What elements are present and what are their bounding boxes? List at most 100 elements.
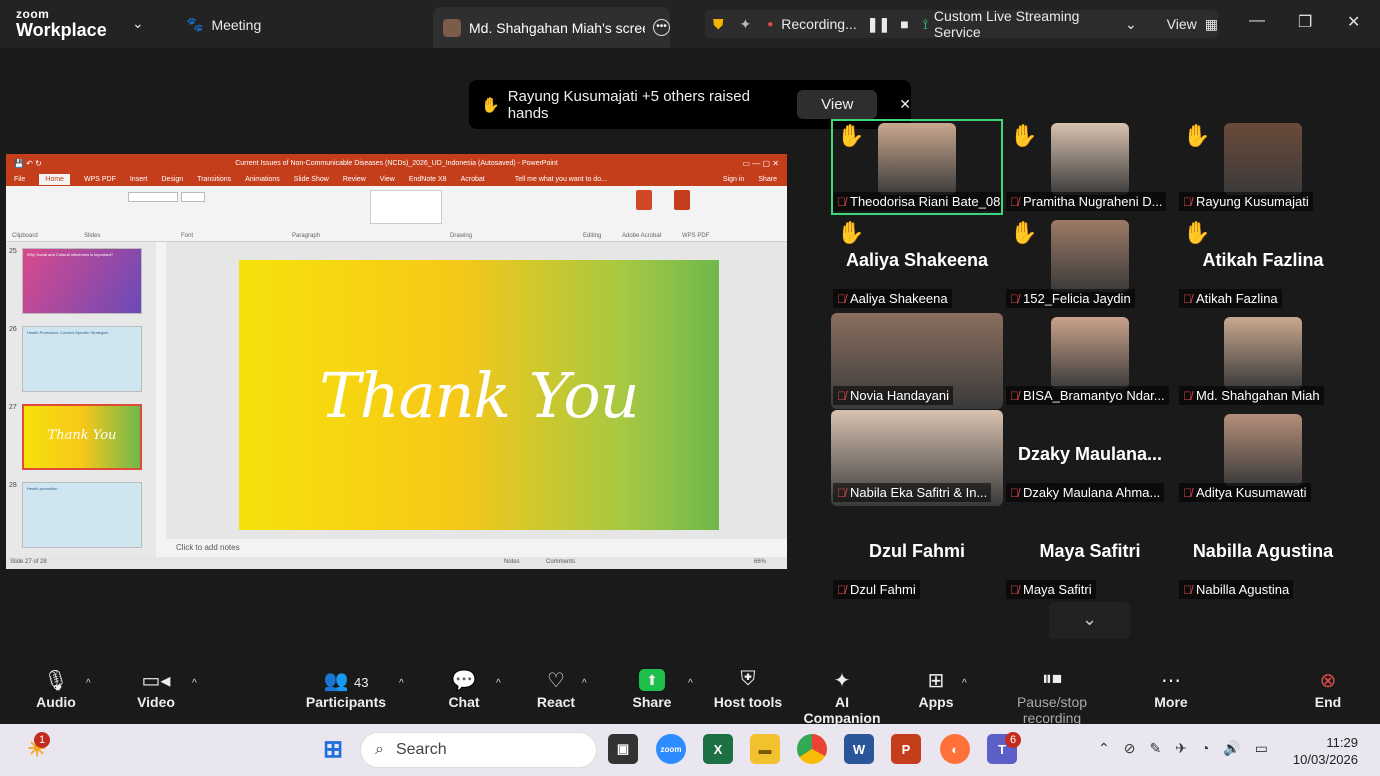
shield-icon[interactable]: ⛊ xyxy=(713,16,724,33)
zoom-level[interactable]: 66% xyxy=(754,559,766,565)
ppt-tab-acrobat[interactable]: Acrobat xyxy=(461,176,485,183)
participant-tile[interactable]: Dzaky Maulana... 🎙̸ Dzaky Maulana Ahma... xyxy=(1004,410,1176,506)
video-button[interactable]: ▭◂ Video xyxy=(134,668,178,710)
chevron-down-icon[interactable]: ⌄ xyxy=(132,15,144,32)
more-icon[interactable]: ••• xyxy=(653,19,670,36)
react-button[interactable]: ♡ React xyxy=(536,668,576,710)
pause-icon[interactable]: ❚❚ xyxy=(867,16,890,33)
shared-screen[interactable]: Current Issues of Non-Communicable Disea… xyxy=(6,154,787,569)
ppt-window-controls[interactable]: ▭ — ▢ ✕ xyxy=(743,159,780,168)
participant-tile[interactable]: Dzul Fahmi 🎙̸ Dzul Fahmi xyxy=(831,507,1003,603)
minimize-icon[interactable]: — xyxy=(1249,12,1265,30)
font-size-box[interactable] xyxy=(181,192,205,202)
participant-tile[interactable]: Nabilla Agustina 🎙̸ Nabilla Agustina xyxy=(1177,507,1349,603)
stop-icon[interactable]: ■ xyxy=(900,16,908,32)
chat-button[interactable]: 💬 Chat xyxy=(446,668,482,710)
wps-pdf-icon[interactable] xyxy=(674,190,690,210)
video-options-caret[interactable]: ^ xyxy=(192,678,197,689)
participants-button[interactable]: 👥 43 Participants xyxy=(305,668,387,710)
ppt-tab-home[interactable]: Home xyxy=(39,173,70,185)
ppt-tab-view[interactable]: View xyxy=(380,176,395,183)
zoom-app-icon[interactable]: zoom xyxy=(656,734,686,764)
host-tools-button[interactable]: ⛨ Host tools xyxy=(712,668,784,710)
recording-control-button[interactable]: ⏸⏹ Pause/stop recording xyxy=(986,668,1118,726)
ppt-sign-in[interactable]: Sign in xyxy=(723,176,744,183)
chevron-down-icon[interactable]: ⌄ xyxy=(1049,602,1130,639)
share-options-caret[interactable]: ^ xyxy=(688,678,693,689)
apps-options-caret[interactable]: ^ xyxy=(962,678,967,689)
slide-thumbnail-selected[interactable]: Thank You xyxy=(22,404,142,470)
participant-tile[interactable]: ✋ 🎙̸ Pramitha Nugraheni D... xyxy=(1004,119,1176,215)
participant-tile[interactable]: 🎙̸ Aditya Kusumawati xyxy=(1177,410,1349,506)
participant-tile[interactable]: ✋ 🎙̸ Rayung Kusumajati xyxy=(1177,119,1349,215)
system-tray-icons[interactable]: ⌃⊘✎✈◔🔊▭ xyxy=(1098,740,1282,757)
end-button[interactable]: ⊗ End xyxy=(1310,668,1346,710)
slide-thumbnail[interactable]: Health promotion xyxy=(22,482,142,548)
share-button[interactable]: ⬆ Share xyxy=(630,668,674,710)
chat-options-caret[interactable]: ^ xyxy=(496,678,501,689)
ppt-tab-design[interactable]: Design xyxy=(161,176,183,183)
participant-tile[interactable]: ✋ Aaliya Shakeena 🎙̸ Aaliya Shakeena xyxy=(831,216,1003,312)
audio-options-caret[interactable]: ^ xyxy=(86,678,91,689)
streaming-status[interactable]: Custom Live Streaming Service xyxy=(934,8,1119,40)
recording-status[interactable]: Recording... xyxy=(781,16,856,32)
close-icon[interactable]: ✕ xyxy=(1347,12,1360,32)
participant-tile[interactable]: 🎙̸ Nabila Eka Safitri & In... xyxy=(831,410,1003,506)
participants-options-caret[interactable]: ^ xyxy=(399,678,404,689)
apps-button[interactable]: ⊞ Apps xyxy=(918,668,954,710)
ppt-tab-transitions[interactable]: Transitions xyxy=(197,176,231,183)
excel-icon[interactable]: X xyxy=(703,734,733,764)
create-pdf-icon[interactable] xyxy=(636,190,652,210)
grid-view-icon[interactable]: ▦ xyxy=(1205,16,1218,33)
shapes-gallery[interactable] xyxy=(370,190,442,224)
file-explorer-icon[interactable]: ▬ xyxy=(750,734,780,764)
participant-tile[interactable]: ✋ Atikah Fazlina 🎙̸ Atikah Fazlina xyxy=(1177,216,1349,312)
notes-toggle[interactable]: Notes xyxy=(504,559,520,565)
powerpoint-icon[interactable]: P xyxy=(891,734,921,764)
view-menu[interactable]: View xyxy=(1167,16,1197,32)
ppt-tell-me[interactable]: Tell me what you want to do... xyxy=(515,176,607,183)
view-raised-hands-button[interactable]: View xyxy=(797,90,878,119)
ppt-tab-animations[interactable]: Animations xyxy=(245,176,280,183)
audio-button[interactable]: 🎙 Audio xyxy=(36,668,76,710)
taskbar-clock[interactable]: 11:29 10/03/2026 xyxy=(1293,734,1358,768)
taskbar-search[interactable]: ⌕ Search xyxy=(360,732,597,768)
slide-thumbnail[interactable]: Health Promotion: Context-Specific Strat… xyxy=(22,326,142,392)
ai-sparkle-icon[interactable]: ✦ xyxy=(740,16,752,33)
share-tab[interactable]: Md. Shahgahan Miah's screen ••• xyxy=(433,7,670,48)
chrome-icon[interactable] xyxy=(797,734,827,764)
chevron-down-icon[interactable]: ⌄ xyxy=(1125,16,1137,33)
font-name-box[interactable] xyxy=(128,192,178,202)
ppt-tab-review[interactable]: Review xyxy=(343,176,366,183)
comments-toggle[interactable]: Comments xyxy=(546,559,575,565)
ppt-tab-slideshow[interactable]: Slide Show xyxy=(294,176,329,183)
restore-icon[interactable]: ❐ xyxy=(1298,12,1312,32)
more-button[interactable]: ⋯ More xyxy=(1153,668,1189,710)
ppt-tab-insert[interactable]: Insert xyxy=(130,176,148,183)
notes-pane[interactable]: Click to add notes xyxy=(166,539,787,559)
react-options-caret[interactable]: ^ xyxy=(582,678,587,689)
ppt-share[interactable]: Share xyxy=(758,176,777,183)
muted-mic-icon: 🎙̸ xyxy=(837,388,846,403)
participant-name-label: 🎙̸ 152_Felicia Jaydin xyxy=(1006,289,1135,308)
word-icon[interactable]: W xyxy=(844,734,874,764)
zoom-logo[interactable]: zoom Workplace xyxy=(16,8,107,39)
quick-access-icons[interactable]: 💾 ↶ ↻ xyxy=(14,159,42,168)
task-view-icon[interactable]: ▣ xyxy=(608,734,638,764)
participant-tile[interactable]: 🎙̸ Md. Shahgahan Miah xyxy=(1177,313,1349,409)
ai-companion-button[interactable]: ✦ AI Companion xyxy=(798,668,886,726)
participant-tile[interactable]: 🎙̸ Novia Handayani xyxy=(831,313,1003,409)
participant-tile[interactable]: 🎙̸ BISA_Bramantyo Ndar... xyxy=(1004,313,1176,409)
windows-start-icon[interactable]: ⊞ xyxy=(318,734,348,764)
participant-tile[interactable]: Maya Safitri 🎙̸ Maya Safitri xyxy=(1004,507,1176,603)
ppt-tab-file[interactable]: File xyxy=(14,176,25,183)
participant-tile[interactable]: ✋ 🎙̸ 152_Felicia Jaydin xyxy=(1004,216,1176,312)
meeting-tab[interactable]: 🐾 Meeting xyxy=(186,16,261,33)
participant-tile[interactable]: ✋ 🎙̸ Theodorisa Riani Bate_08... xyxy=(831,119,1003,215)
slide-thumbnail[interactable]: Why Social and Cultural Influences is im… xyxy=(22,248,142,314)
current-slide[interactable]: Thank You xyxy=(239,260,719,530)
ppt-tab-wps[interactable]: WPS PDF xyxy=(84,176,116,183)
ppt-tab-endnote[interactable]: EndNote X8 xyxy=(409,176,447,183)
close-icon[interactable]: ✕ xyxy=(899,96,911,113)
firefox-icon[interactable]: ◐ xyxy=(940,734,970,764)
